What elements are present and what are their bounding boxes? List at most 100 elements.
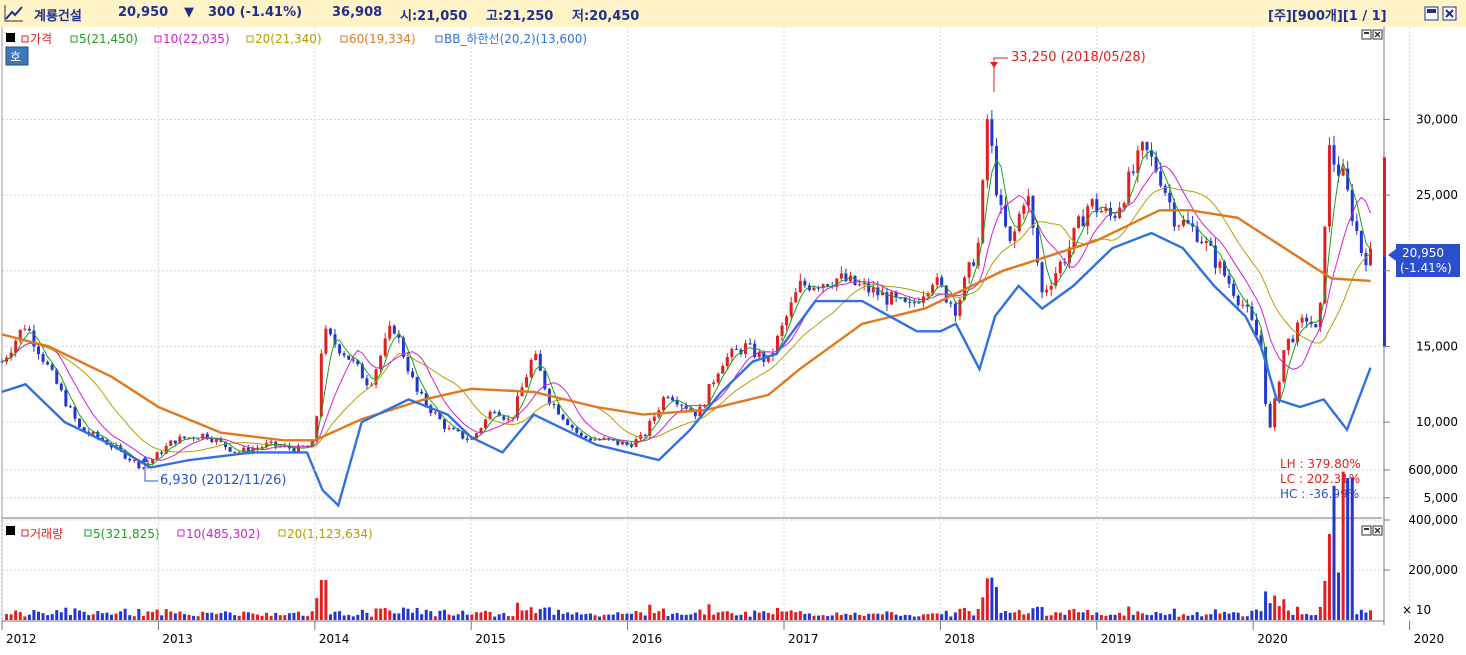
volume-bar (689, 614, 693, 620)
stock-name: 계룡건설 (34, 9, 82, 24)
volume-bar (780, 611, 784, 620)
volume-bar (274, 612, 278, 620)
volume-panel-close-icon[interactable] (1372, 525, 1383, 536)
change-arrow: ▼ (184, 5, 194, 20)
candle-body (1218, 261, 1222, 268)
volume-bar (1346, 477, 1350, 620)
volume-bar (164, 609, 168, 620)
volume-panel-max-icon[interactable] (1361, 525, 1372, 536)
current-price-tag: 20,950 (-1.41%) (1388, 244, 1460, 277)
volume-bar (406, 608, 410, 620)
volume-bar (529, 607, 533, 620)
volume-bar (967, 611, 971, 620)
volume-bar (1150, 615, 1154, 620)
volume-bar (383, 608, 387, 620)
price-legend-item-5[interactable]: BB_하한선(20,2)(13,600) (435, 32, 587, 46)
volume-bar (611, 614, 615, 620)
candle-body (1145, 142, 1149, 151)
volume-legend-item-2[interactable]: 10(485,302) (177, 527, 260, 541)
candle-body (365, 378, 369, 386)
candle-body (1355, 221, 1359, 232)
volume-bar (880, 614, 884, 620)
volume-bar (1022, 614, 1026, 620)
volume-bar (616, 612, 620, 620)
volume-bar (342, 615, 346, 620)
candle-body (1168, 192, 1172, 203)
volume-bar (730, 613, 734, 620)
volume-bar (82, 611, 86, 620)
volume-bar (269, 615, 273, 620)
candle-body (1131, 171, 1135, 174)
candle-body (675, 400, 679, 405)
candle-body (1341, 168, 1345, 176)
candle-body (985, 119, 989, 181)
chart-settings-controls[interactable]: [주][900개][1 / 1] (1268, 5, 1387, 24)
volume-bar (1337, 572, 1341, 620)
volume-bar (46, 615, 50, 620)
volume-bar (1327, 533, 1331, 620)
volume-bar (392, 613, 396, 620)
volume-bar (1305, 614, 1309, 620)
candle-body (712, 382, 716, 385)
volume-bar (411, 612, 415, 620)
candle-body (803, 280, 807, 286)
volume-legend-item-3[interactable]: 20(1,123,634) (278, 527, 373, 541)
candle-body (953, 303, 957, 316)
price-legend-item-4[interactable]: 60(19,334) (340, 32, 416, 46)
volume-bar (921, 614, 925, 620)
volume-bar (128, 615, 132, 620)
candle-body (798, 280, 802, 293)
price-panel-max-icon[interactable] (1361, 29, 1372, 40)
volume-legend-item-1[interactable]: 5(321,825) (84, 527, 160, 541)
volume-legend-label-3: 20(1,123,634) (287, 527, 373, 541)
volume-bar (666, 616, 670, 620)
volume-bar (890, 612, 894, 620)
volume-bar (985, 578, 989, 620)
candle-body (338, 344, 342, 354)
volume-legend-toggle-icon[interactable] (6, 526, 15, 535)
low-price: 저:20,450 (572, 9, 640, 24)
volume-bar (734, 615, 738, 620)
candle-body (666, 397, 670, 399)
candle-body (1049, 285, 1053, 290)
candle-body (871, 287, 875, 293)
volume-bar (1131, 614, 1135, 620)
close-window-icon[interactable] (1442, 6, 1457, 21)
volume-bar (885, 611, 889, 620)
candle-body (1286, 338, 1290, 351)
candle-body (1077, 216, 1081, 228)
volume-bar (5, 614, 9, 620)
candle-body (1232, 283, 1236, 296)
volume-bar (949, 616, 953, 620)
candle-body (1086, 206, 1090, 227)
price-legend-item-2[interactable]: 10(22,035) (154, 32, 230, 46)
volume-bar (552, 614, 556, 620)
candle-body (972, 262, 976, 266)
candle-body (493, 411, 497, 413)
quote-badge[interactable]: 호 (5, 46, 29, 66)
legend-toggle-icon[interactable] (6, 33, 15, 42)
volume-bar (862, 615, 866, 620)
candle-body (853, 275, 857, 285)
candle-body (566, 419, 570, 426)
candle-body (534, 353, 538, 360)
volume-bar (826, 616, 830, 620)
restore-window-icon[interactable] (1424, 6, 1439, 21)
volume-bar (1236, 612, 1240, 620)
volume-bar (1049, 615, 1053, 620)
volume-bar (1186, 615, 1190, 620)
volume-bar (287, 613, 291, 620)
volume-bar (1232, 612, 1236, 620)
volume-bar (328, 614, 332, 620)
volume-bar (1277, 606, 1281, 620)
price-legend-item-3[interactable]: 20(21,340) (246, 32, 322, 46)
volume-bar (812, 615, 816, 620)
candle-body (420, 391, 424, 394)
price-panel-close-icon[interactable] (1372, 29, 1383, 40)
volume-bar (1314, 614, 1318, 620)
volume-bar (917, 616, 921, 620)
price-legend-item-1[interactable]: 5(21,450) (70, 32, 138, 46)
volume-bar (1181, 614, 1185, 620)
volume-bar (643, 615, 647, 620)
volume-bar (953, 612, 957, 620)
